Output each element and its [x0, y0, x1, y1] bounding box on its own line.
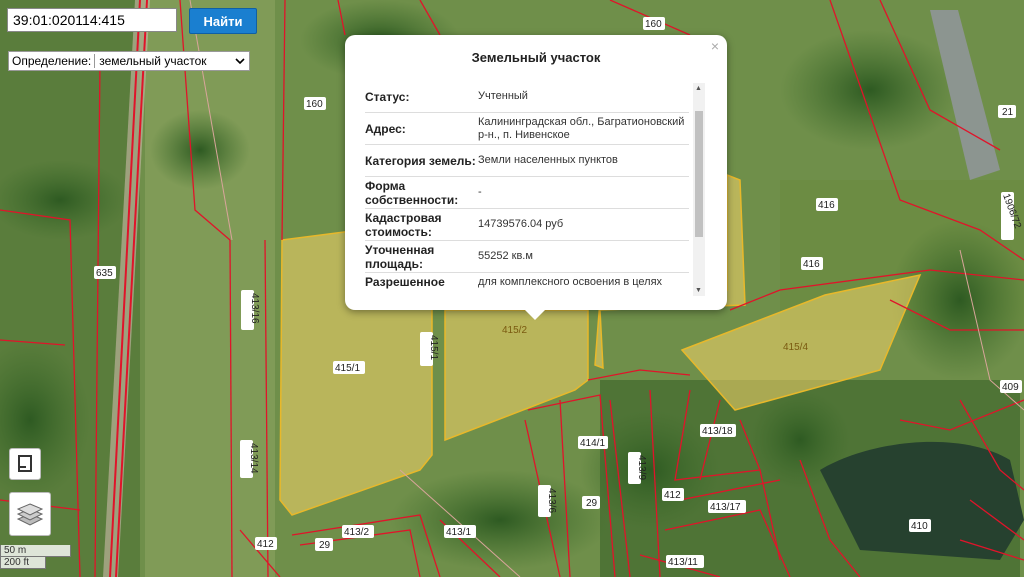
table-row: Разрешенное использование: для комплексно…	[365, 273, 689, 292]
map-label: 412	[664, 490, 681, 501]
map-label: 160	[306, 99, 323, 110]
find-button[interactable]: Найти	[189, 8, 257, 34]
table-row: Кадастровая стоимость: 14739576.04 руб	[365, 209, 689, 241]
scroll-up-icon[interactable]: ▲	[695, 85, 702, 92]
map-label: 413/1	[446, 527, 471, 538]
layers-button[interactable]	[9, 492, 51, 536]
attr-value: -	[478, 186, 482, 198]
map-label: 29	[586, 498, 598, 509]
popup-title: Земельный участок	[471, 50, 601, 65]
cadastral-search-input[interactable]	[7, 8, 177, 32]
map-label: 413/16	[249, 293, 260, 324]
definition-select[interactable]: земельный участок	[94, 54, 249, 68]
attr-key: Кадастровая стоимость:	[365, 210, 442, 239]
attr-key: Форма собственности:	[365, 178, 459, 207]
scroll-down-icon[interactable]: ▼	[695, 287, 702, 294]
attr-value: для комплексного освоения в целях жилищн…	[478, 275, 663, 292]
attr-key: Статус:	[365, 89, 410, 104]
map-label: 414/1	[580, 438, 605, 449]
attr-value: Калининградская обл., Багратионовский р-…	[478, 115, 685, 141]
map-label: 416	[803, 259, 820, 270]
map-label: 413/6	[546, 488, 557, 513]
map-label: 415/4	[783, 342, 808, 353]
search-bar: Найти	[7, 8, 257, 34]
table-row: Адрес: Калининградская обл., Багратионовс…	[365, 113, 689, 145]
parcel-attributes-table: Статус: Учтенный Адрес: Калининградская об…	[365, 81, 689, 291]
scale-metric: 50 m	[0, 545, 71, 557]
map-label: 413/2	[344, 527, 369, 538]
attr-key: Разрешенное использование:	[365, 274, 461, 292]
map-label: 413/9	[636, 455, 647, 480]
parcel-info-popup: Земельный участок × Статус: Учтенный Адре…	[345, 35, 727, 320]
map-scale: 50 m 200 ft	[0, 545, 71, 569]
map-label: 415/2	[502, 325, 527, 336]
attr-key: Адрес:	[365, 121, 406, 136]
map-label: 160	[645, 19, 662, 30]
definition-selector: Определение: земельный участок	[8, 51, 251, 71]
map-label: 21	[1002, 107, 1014, 118]
map-label: 413/11	[668, 557, 698, 568]
map-label: 29	[319, 540, 331, 551]
map-label: 413/17	[710, 502, 741, 513]
close-icon[interactable]: ×	[711, 38, 719, 54]
ruler-icon	[18, 455, 32, 472]
map-label: 413/14	[248, 443, 259, 474]
table-row: Статус: Учтенный	[365, 81, 689, 113]
attr-value: Земли населенных пунктов	[478, 154, 618, 166]
attr-key: Уточненная площадь:	[365, 242, 435, 271]
map-label: 410	[911, 521, 928, 532]
scale-imperial: 200 ft	[0, 557, 46, 569]
attr-value: 14739576.04 руб	[478, 218, 564, 230]
attr-value: 55252 кв.м	[478, 250, 533, 262]
attr-value: Учтенный	[478, 90, 528, 102]
map-label: 635	[96, 268, 113, 279]
table-row: Уточненная площадь: 55252 кв.м	[365, 241, 689, 273]
map-label: 415/1	[428, 335, 439, 360]
map-label: 409	[1002, 382, 1019, 393]
attr-key: Категория земель:	[365, 153, 476, 168]
ruler-tool-button[interactable]	[9, 448, 41, 480]
scrollbar-thumb[interactable]	[695, 111, 703, 237]
chevron-down-icon	[235, 57, 245, 64]
layers-icon	[16, 503, 44, 526]
definition-selected-value: земельный участок	[99, 54, 207, 68]
table-row: Категория земель: Земли населенных пункто…	[365, 145, 689, 177]
map-label: 415/1	[335, 363, 360, 374]
popup-scrollbar[interactable]: ▲ ▼	[693, 83, 705, 296]
map-label: 413/18	[702, 426, 733, 437]
map-label: 412	[257, 539, 274, 550]
map-label: 416	[818, 200, 835, 211]
table-row: Форма собственности: -	[365, 177, 689, 209]
definition-label: Определение:	[12, 54, 92, 68]
